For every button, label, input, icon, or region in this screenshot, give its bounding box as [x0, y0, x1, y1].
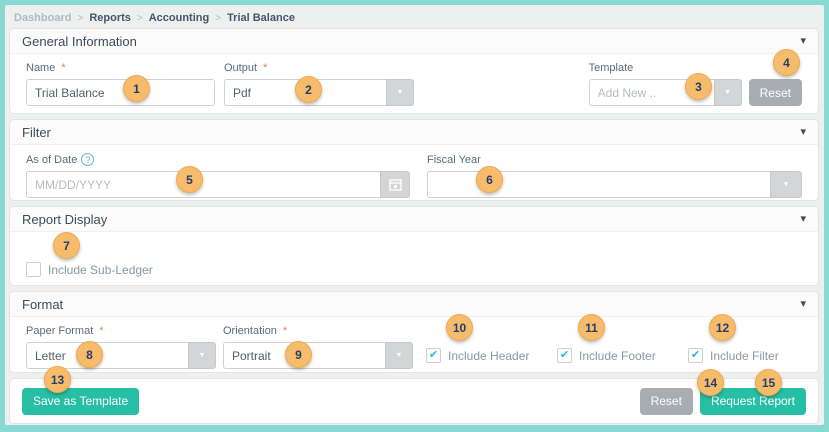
annotation-marker-9: 9 [285, 341, 312, 368]
annotation-marker-7: 7 [53, 232, 80, 259]
dropdown-button[interactable]: ▼ [188, 342, 216, 369]
help-icon[interactable]: ? [81, 153, 95, 166]
annotation-marker-14: 14 [697, 369, 724, 396]
include-filter-checkbox[interactable]: ✔ Include Filter [688, 348, 779, 369]
dropdown-button[interactable]: ▼ [770, 171, 802, 198]
breadcrumb-separator: > [136, 12, 143, 24]
filter-header[interactable]: Filter ▾ [10, 120, 818, 145]
paper-format-select[interactable]: Letter ▼ [26, 342, 216, 369]
name-input[interactable] [26, 79, 215, 106]
annotation-marker-13: 13 [44, 366, 71, 393]
required-asterisk: * [263, 62, 268, 74]
include-footer-checkbox[interactable]: ✔ Include Footer [557, 348, 688, 369]
section-title: General Information [22, 33, 137, 49]
calendar-button[interactable] [380, 171, 410, 198]
breadcrumb-trial-balance: Trial Balance [227, 12, 295, 24]
dropdown-arrow-icon: ▼ [395, 352, 403, 359]
checkbox-label: Include Footer [579, 348, 656, 363]
filter-card: Filter ▾ As of Date ? MM/DD/YYYY Fiscal … [9, 119, 819, 201]
section-title: Filter [22, 124, 51, 140]
checkbox-label: Include Header [448, 348, 530, 363]
annotation-marker-12: 12 [709, 314, 736, 341]
breadcrumb: Dashboard > Reports > Accounting > Trial… [14, 8, 295, 28]
annotation-marker-8: 8 [76, 341, 103, 368]
include-header-checkbox[interactable]: ✔ Include Header [426, 348, 557, 369]
chevron-down-icon[interactable]: ▾ [800, 298, 806, 310]
dropdown-button[interactable]: ▼ [385, 342, 413, 369]
annotation-marker-2: 2 [295, 76, 322, 103]
annotation-marker-1: 1 [123, 75, 150, 102]
checkbox-label: Include Sub-Ledger [48, 262, 153, 277]
template-label: Template [588, 62, 634, 74]
format-header[interactable]: Format ▾ [10, 292, 818, 317]
required-asterisk: * [99, 325, 104, 337]
chevron-down-icon[interactable]: ▾ [800, 213, 806, 225]
page-background: Dashboard > Reports > Accounting > Trial… [5, 5, 824, 425]
checkbox-box[interactable]: ✔ [557, 348, 572, 363]
section-title: Report Display [22, 211, 108, 227]
required-asterisk: * [282, 325, 288, 337]
app-frame: Dashboard > Reports > Accounting > Trial… [0, 0, 829, 432]
breadcrumb-reports[interactable]: Reports [89, 12, 131, 24]
checkbox-box[interactable] [26, 262, 41, 277]
annotation-marker-11: 11 [578, 314, 605, 341]
format-card: Format ▾ Paper Format * Letter ▼ Orienta… [9, 291, 819, 373]
as-of-date-input[interactable] [26, 171, 380, 198]
orientation-label: Orientation * [223, 325, 288, 337]
output-label: Output * [224, 62, 268, 74]
include-sub-ledger-checkbox[interactable]: Include Sub-Ledger [26, 262, 802, 277]
report-display-header[interactable]: Report Display ▾ [10, 207, 818, 232]
breadcrumb-separator: > [77, 12, 84, 24]
checkbox-box[interactable]: ✔ [688, 348, 703, 363]
fiscal-year-label: Fiscal Year [427, 154, 481, 166]
name-label: Name * [26, 62, 66, 74]
annotation-marker-15: 15 [755, 369, 782, 396]
dropdown-arrow-icon: ▼ [396, 89, 404, 96]
annotation-marker-10: 10 [446, 314, 473, 341]
required-asterisk: * [61, 62, 66, 74]
dropdown-button[interactable]: ▼ [386, 79, 414, 106]
dropdown-arrow-icon: ▼ [782, 181, 790, 188]
chevron-down-icon[interactable]: ▾ [800, 35, 806, 47]
check-icon: ✔ [428, 349, 439, 361]
general-information-header[interactable]: General Information ▾ [10, 29, 818, 54]
check-icon: ✔ [559, 349, 570, 361]
as-of-date-label: As of Date ? [26, 153, 410, 166]
save-as-template-button[interactable]: Save as Template [22, 387, 140, 415]
annotation-marker-3: 3 [685, 73, 712, 100]
orientation-select[interactable]: Portrait ▼ [223, 342, 413, 369]
report-display-card: Report Display ▾ Include Sub-Ledger [9, 206, 819, 286]
dropdown-arrow-icon: ▼ [198, 352, 206, 359]
breadcrumb-accounting[interactable]: Accounting [149, 12, 210, 24]
annotation-marker-5: 5 [176, 166, 203, 193]
as-of-date-field[interactable] [26, 171, 410, 198]
check-icon: ✔ [690, 349, 701, 361]
template-reset-button[interactable]: Reset [748, 79, 802, 106]
annotation-marker-4: 4 [773, 49, 800, 76]
template-select[interactable]: ▼ [588, 79, 742, 106]
breadcrumb-dashboard[interactable]: Dashboard [14, 12, 71, 24]
general-information-card: General Information ▾ Name* Output* [9, 28, 819, 114]
checkbox-box[interactable]: ✔ [426, 348, 441, 363]
breadcrumb-separator: > [215, 12, 222, 24]
paper-format-label: Paper Format * [26, 325, 104, 337]
section-title: Format [22, 296, 64, 312]
checkbox-label: Include Filter [710, 348, 779, 363]
annotation-marker-6: 6 [476, 166, 503, 193]
calendar-icon [388, 179, 402, 191]
dropdown-arrow-icon: ▼ [724, 89, 732, 96]
reset-button[interactable]: Reset [639, 387, 693, 415]
chevron-down-icon[interactable]: ▾ [800, 126, 806, 138]
dropdown-button[interactable]: ▼ [713, 79, 742, 106]
paper-format-select-value[interactable]: Letter [26, 342, 188, 369]
